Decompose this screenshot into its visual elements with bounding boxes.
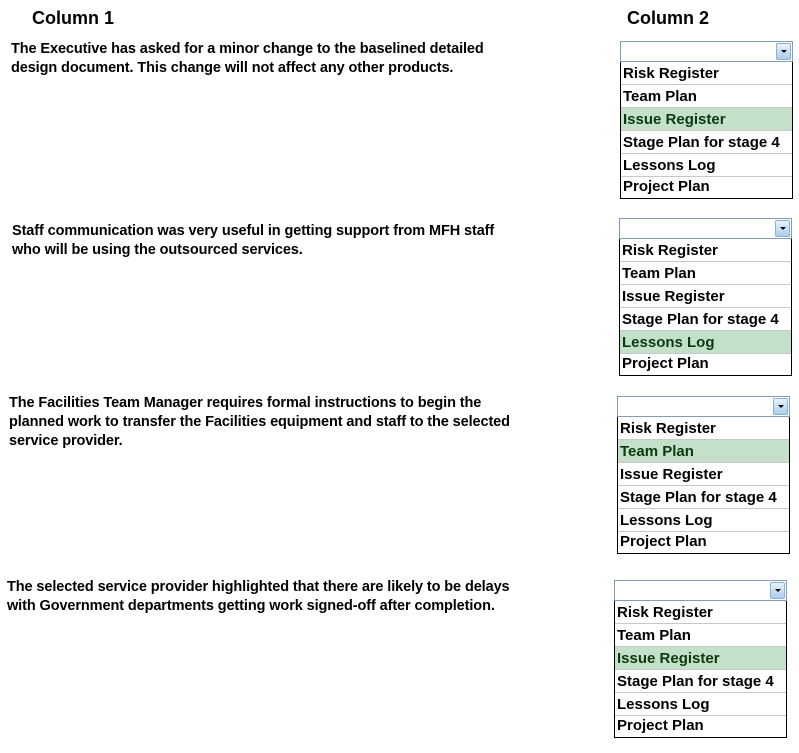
dropdown-option[interactable]: Team Plan [620, 262, 791, 285]
dropdown-option[interactable]: Stage Plan for stage 4 [618, 486, 789, 509]
question-line: The selected service provider highlighte… [7, 579, 510, 595]
dropdown-option[interactable]: Risk Register [621, 62, 792, 85]
dropdown-field[interactable] [617, 396, 790, 417]
question-line: planned work to transfer the Facilities … [9, 414, 510, 430]
question-2: Staff communication was very useful in g… [12, 222, 494, 260]
dropdown-option[interactable]: Lessons Log [618, 509, 789, 532]
dropdown-field[interactable] [619, 218, 792, 239]
answer-dropdown-3[interactable]: Risk Register Team Plan Issue Register Stag… [617, 396, 790, 554]
dropdown-options: Risk Register Team Plan Issue Register Stag… [617, 417, 790, 554]
dropdown-option[interactable]: Project Plan [615, 716, 786, 737]
question-line: design document. This change will not af… [11, 60, 454, 76]
column-2-header: Column 2 [627, 8, 710, 28]
question-line: with Government departments getting work… [7, 598, 495, 614]
question-4: The selected service provider highlighte… [7, 578, 510, 616]
dropdown-option[interactable]: Team Plan [615, 624, 786, 647]
dropdown-field[interactable] [620, 41, 793, 62]
dropdown-options: Risk Register Team Plan Issue Register Stag… [620, 62, 793, 199]
dropdown-option[interactable]: Lessons Log [615, 693, 786, 716]
question-line: service provider. [9, 433, 123, 449]
question-3: The Facilities Team Manager requires for… [9, 394, 510, 451]
dropdown-field[interactable] [614, 580, 787, 601]
column-1-header: Column 1 [32, 8, 115, 28]
dropdown-option[interactable]: Issue Register [621, 108, 792, 131]
dropdown-option[interactable]: Stage Plan for stage 4 [615, 670, 786, 693]
answer-dropdown-4[interactable]: Risk Register Team Plan Issue Register Stag… [614, 580, 787, 738]
dropdown-option[interactable]: Project Plan [620, 354, 791, 375]
dropdown-option[interactable]: Issue Register [620, 285, 791, 308]
chevron-down-icon [779, 227, 786, 230]
dropdown-option[interactable]: Issue Register [615, 647, 786, 670]
dropdown-button[interactable] [776, 43, 791, 60]
dropdown-button[interactable] [775, 220, 790, 237]
dropdown-option[interactable]: Risk Register [615, 601, 786, 624]
dropdown-option[interactable]: Team Plan [621, 85, 792, 108]
question-line: who will be using the outsourced service… [12, 242, 303, 258]
question-1: The Executive has asked for a minor chan… [11, 40, 484, 78]
dropdown-option[interactable]: Lessons Log [620, 331, 791, 354]
question-line: The Facilities Team Manager requires for… [9, 395, 482, 411]
dropdown-option[interactable]: Risk Register [620, 239, 791, 262]
chevron-down-icon [777, 405, 784, 408]
dropdown-option[interactable]: Stage Plan for stage 4 [620, 308, 791, 331]
dropdown-options: Risk Register Team Plan Issue Register Stag… [614, 601, 787, 738]
question-line: Staff communication was very useful in g… [12, 223, 495, 239]
dropdown-option[interactable]: Stage Plan for stage 4 [621, 131, 792, 154]
dropdown-button[interactable] [770, 582, 785, 599]
dropdown-option[interactable]: Team Plan [618, 440, 789, 463]
chevron-down-icon [774, 589, 781, 592]
answer-dropdown-2[interactable]: Risk Register Team Plan Issue Register Stag… [619, 218, 792, 376]
dropdown-option[interactable]: Lessons Log [621, 154, 792, 177]
chevron-down-icon [780, 50, 787, 53]
answer-dropdown-1[interactable]: Risk Register Team Plan Issue Register Stag… [620, 41, 793, 199]
dropdown-option[interactable]: Issue Register [618, 463, 789, 486]
dropdown-option[interactable]: Project Plan [618, 532, 789, 553]
dropdown-button[interactable] [773, 398, 788, 415]
dropdown-option[interactable]: Project Plan [621, 177, 792, 198]
dropdown-options: Risk Register Team Plan Issue Register Stag… [619, 239, 792, 376]
question-line: The Executive has asked for a minor chan… [11, 41, 484, 57]
dropdown-option[interactable]: Risk Register [618, 417, 789, 440]
